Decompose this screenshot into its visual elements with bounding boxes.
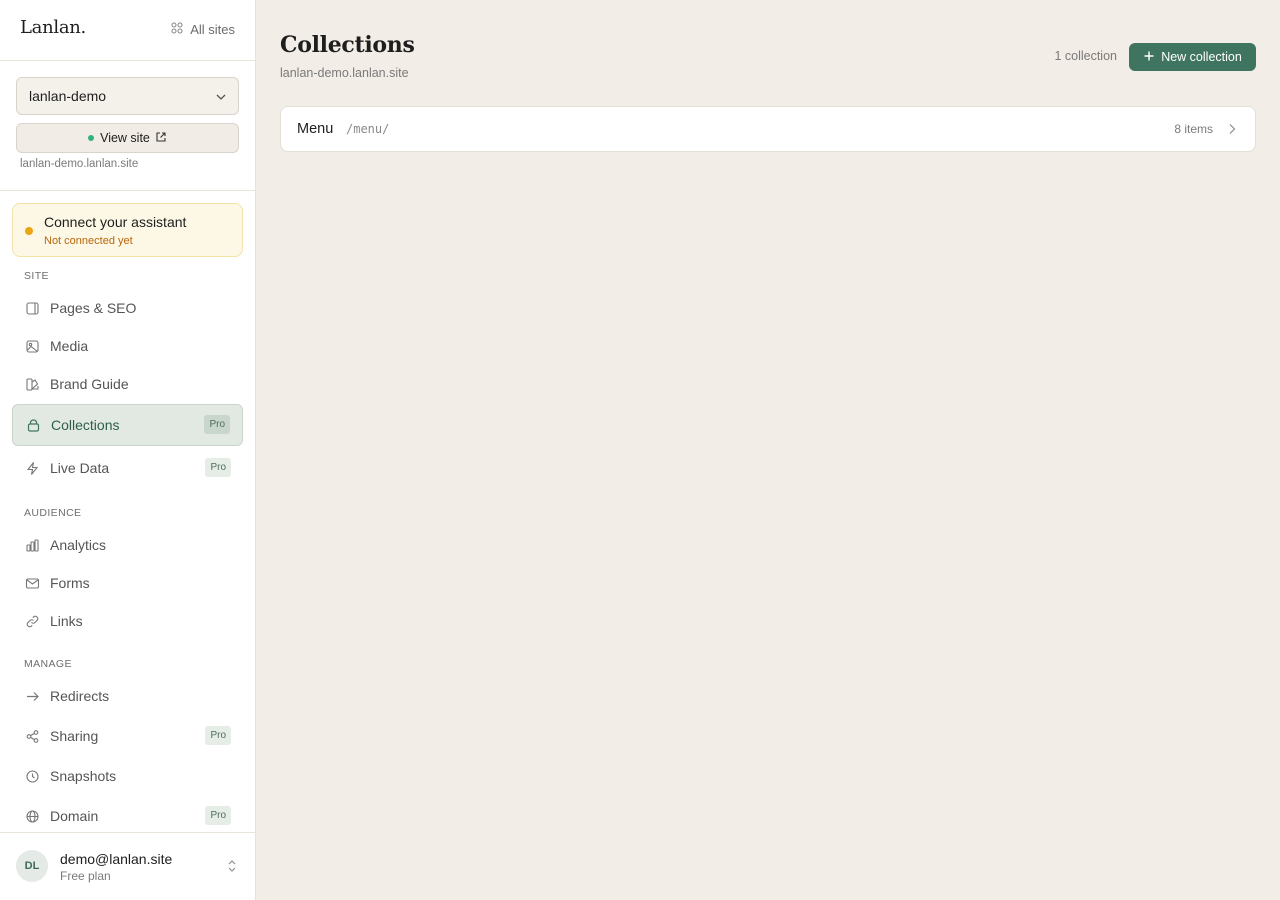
all-sites-link[interactable]: All sites [171, 22, 235, 37]
image-icon [24, 338, 40, 354]
sidebar-header: Lanlan. All sites [0, 0, 255, 61]
logo[interactable]: Lanlan. [20, 17, 86, 38]
sidebar-item-label: Sharing [50, 728, 99, 744]
status-dot [25, 227, 33, 235]
assistant-title: Connect your assistant [44, 214, 187, 230]
sidebar-item-live-data[interactable]: Live Data Pro [12, 449, 243, 487]
collection-count: 1 collection [1054, 49, 1117, 63]
collection-path: /menu/ [346, 122, 390, 136]
sidebar-item-redirects[interactable]: Redirects [12, 677, 243, 715]
plus-icon [1143, 50, 1155, 65]
sidebar-item-label: Live Data [50, 460, 110, 476]
sidebar-item-label: Redirects [50, 688, 110, 704]
sidebar-item-label: Analytics [50, 537, 107, 553]
assistant-status: Not connected yet [44, 235, 133, 247]
sidebar-item-domain[interactable]: Domain Pro [12, 797, 243, 835]
sidebar-item-snapshots[interactable]: Snapshots [12, 757, 243, 795]
connect-assistant-card[interactable]: Connect your assistant Not connected yet [12, 203, 243, 257]
bolt-icon [24, 460, 40, 476]
new-collection-label: New collection [1161, 50, 1242, 64]
collection-item-count: 8 items [1174, 122, 1213, 136]
sidebar-item-collections[interactable]: Collections Pro [12, 404, 243, 446]
external-link-icon [155, 131, 167, 146]
grid-icon [171, 22, 183, 37]
share-icon [24, 728, 40, 744]
collection-icon [25, 417, 41, 433]
pro-badge: Pro [205, 806, 231, 825]
sidebar-item-links[interactable]: Links [12, 602, 243, 640]
sidebar-item-label: Domain [50, 808, 99, 824]
pro-badge: Pro [205, 458, 231, 477]
collection-row[interactable]: Menu /menu/ 8 items [280, 106, 1256, 152]
main-content: Collections lanlan-demo.lanlan.site 1 co… [256, 0, 1280, 900]
page-icon [24, 300, 40, 316]
link-icon [24, 613, 40, 629]
pro-badge: Pro [204, 415, 230, 434]
sidebar-item-forms[interactable]: Forms [12, 564, 243, 602]
site-url: lanlan-demo.lanlan.site [20, 158, 139, 170]
sidebar-item-label: Snapshots [50, 768, 117, 784]
sidebar-item-pages-seo[interactable]: Pages & SEO [12, 289, 243, 327]
page-subtitle: lanlan-demo.lanlan.site [280, 66, 409, 80]
chevron-right-icon [1227, 122, 1237, 141]
sidebar-item-label: Brand Guide [50, 376, 129, 392]
new-collection-button[interactable]: New collection [1129, 43, 1256, 71]
view-site-button[interactable]: View site [16, 123, 239, 153]
palette-icon [24, 376, 40, 392]
clock-icon [24, 768, 40, 784]
sidebar-item-brand-guide[interactable]: Brand Guide [12, 365, 243, 403]
arrow-right-icon [24, 688, 40, 704]
sidebar: Lanlan. All sites lanlan-demo View site … [0, 0, 256, 900]
user-email: demo@lanlan.site [60, 851, 173, 867]
avatar: DL [16, 850, 48, 882]
bar-chart-icon [24, 537, 40, 553]
all-sites-label: All sites [190, 22, 235, 37]
user-plan: Free plan [60, 869, 111, 883]
user-menu[interactable]: DL demo@lanlan.site Free plan [0, 832, 255, 900]
page-title: Collections [280, 32, 415, 58]
sidebar-item-label: Links [50, 613, 83, 629]
section-label-manage: MANAGE [24, 658, 72, 670]
collection-name: Menu [297, 121, 334, 137]
site-block: lanlan-demo View site lanlan-demo.lanlan… [0, 61, 255, 191]
section-label-site: SITE [24, 270, 49, 282]
mail-icon [24, 575, 40, 591]
view-site-label: View site [100, 131, 150, 145]
sidebar-item-sharing[interactable]: Sharing Pro [12, 717, 243, 755]
sidebar-item-label: Pages & SEO [50, 300, 137, 316]
chevron-down-icon [214, 90, 228, 107]
chevron-up-down-icon [227, 859, 237, 878]
globe-icon [24, 808, 40, 824]
sidebar-item-label: Collections [51, 417, 120, 433]
sidebar-item-label: Media [50, 338, 89, 354]
pro-badge: Pro [205, 726, 231, 745]
site-select[interactable]: lanlan-demo [16, 77, 239, 115]
sidebar-item-media[interactable]: Media [12, 327, 243, 365]
sidebar-item-label: Forms [50, 575, 90, 591]
section-label-audience: AUDIENCE [24, 507, 82, 519]
sidebar-item-analytics[interactable]: Analytics [12, 526, 243, 564]
site-select-value: lanlan-demo [29, 88, 107, 104]
live-status-dot [88, 135, 95, 141]
